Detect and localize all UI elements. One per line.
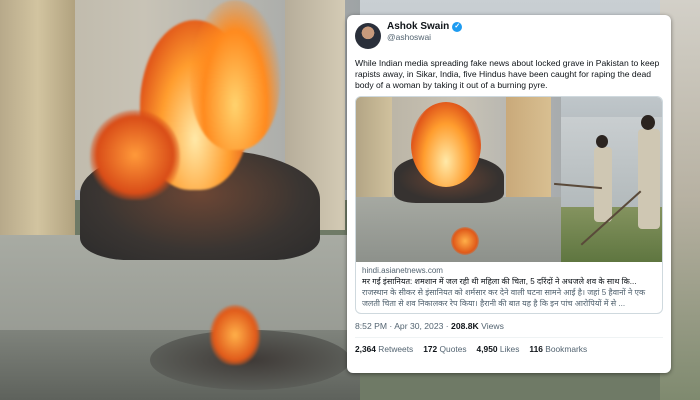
tweet-meta: 8:52 PM · Apr 30, 2023 · 208.8K Views [355, 319, 663, 333]
quotes-count: 172 [423, 344, 438, 354]
photo-flame [90, 110, 180, 200]
bookmarks-label: Bookmarks [545, 344, 588, 354]
quotes-label: Quotes [439, 344, 467, 354]
preview-flame [451, 227, 479, 255]
quotes-stat[interactable]: 172 Quotes [423, 344, 466, 354]
author-name-row: Ashok Swain ✓ [387, 21, 463, 33]
avatar[interactable] [355, 23, 381, 49]
likes-stat[interactable]: 4,950 Likes [477, 344, 520, 354]
preview-flame [411, 102, 481, 187]
author-display-name[interactable]: Ashok Swain [387, 21, 449, 33]
preview-person-head [596, 135, 608, 148]
tweet-text: While Indian media spreading fake news a… [355, 58, 660, 90]
link-domain: hindi.asianetnews.com [362, 266, 443, 275]
bookmarks-stat[interactable]: 116 Bookmarks [529, 344, 587, 354]
engagement-stats: 2,364 Retweets 172 Quotes 4,950 Likes 11… [355, 344, 663, 354]
views-count: 208.8K [451, 321, 479, 331]
retweets-stat[interactable]: 2,364 Retweets [355, 344, 413, 354]
link-preview-card[interactable]: hindi.asianetnews.com मर गई इंसानियत: शम… [355, 96, 663, 314]
preview-pillar [356, 97, 392, 212]
tweet-header: Ashok Swain ✓ @ashoswai [355, 21, 663, 51]
preview-person [638, 129, 660, 229]
photo-pillar-left [0, 0, 75, 270]
views-label: Views [481, 321, 504, 331]
photo-flame [210, 305, 260, 365]
link-preview-text: hindi.asianetnews.com मर गई इंसानियत: शम… [356, 262, 662, 313]
retweets-label: Retweets [378, 344, 414, 354]
divider [355, 337, 663, 338]
tweet-date[interactable]: Apr 30, 2023 [394, 321, 443, 331]
link-description: राजस्थान के सीकर से इंसानियत को शर्मसार … [362, 288, 646, 308]
preview-person-head [641, 115, 655, 130]
bookmarks-count: 116 [529, 344, 543, 354]
author-handle[interactable]: @ashoswai [387, 32, 462, 43]
likes-label: Likes [499, 344, 520, 354]
tweet-time[interactable]: 8:52 PM [355, 321, 387, 331]
likes-count: 4,950 [476, 344, 498, 354]
link-title: मर गई इंसानियत: शमशान में जल रही थी महिल… [362, 277, 637, 286]
verified-badge-icon: ✓ [452, 21, 463, 32]
preview-pillar [506, 97, 551, 207]
retweets-count: 2,364 [355, 344, 376, 354]
tweet-card: Ashok Swain ✓ @ashoswai While Indian med… [347, 15, 671, 373]
photo-flame [190, 0, 280, 150]
author-block: Ashok Swain ✓ @ashoswai [387, 21, 463, 43]
link-preview-image[interactable] [356, 97, 662, 262]
preview-person [594, 147, 612, 222]
